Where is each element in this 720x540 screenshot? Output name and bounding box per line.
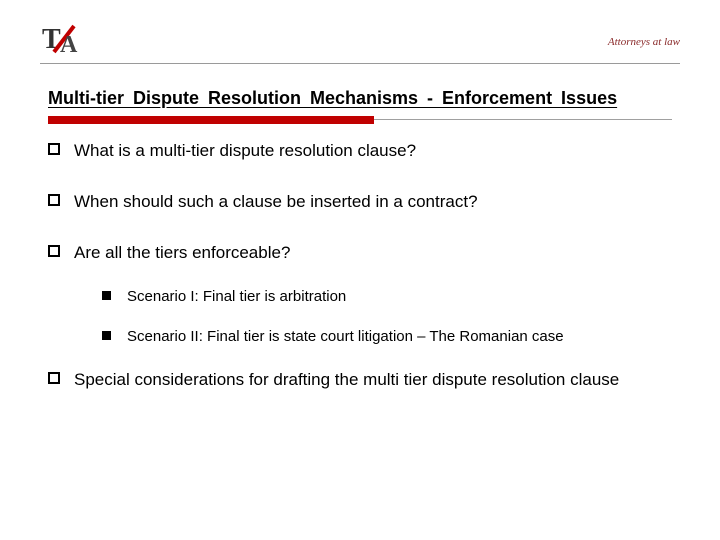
sub-list-item-text: Scenario I: Final tier is arbitration (127, 287, 346, 307)
tagline-text: Attorneys at law (608, 36, 680, 48)
list-item: When should such a clause be inserted in… (48, 191, 672, 214)
sub-list-item: Scenario II: Final tier is state court l… (102, 327, 672, 347)
sub-list: Scenario I: Final tier is arbitration Sc… (102, 287, 672, 348)
title-underline-accent (48, 116, 374, 124)
list-item: Special considerations for drafting the … (48, 369, 672, 392)
bullet-outline-icon (48, 245, 60, 257)
svg-text:A: A (60, 32, 78, 58)
list-item: What is a multi-tier dispute resolution … (48, 140, 672, 163)
bullet-filled-icon (102, 291, 111, 300)
slide: T A Attorneys at law Multi-tier Dispute … (0, 0, 720, 540)
svg-text:T: T (42, 24, 61, 55)
bullet-filled-icon (102, 331, 111, 340)
brand-logo: T A (42, 22, 82, 58)
list-item-text: Special considerations for drafting the … (74, 369, 619, 392)
list-item-text: What is a multi-tier dispute resolution … (74, 140, 416, 163)
sub-list-item: Scenario I: Final tier is arbitration (102, 287, 672, 307)
title-underline (48, 116, 672, 124)
slide-title: Multi-tier Dispute Resolution Mechanisms… (48, 88, 672, 109)
list-item-text: Are all the tiers enforceable? (74, 242, 290, 265)
bullet-outline-icon (48, 194, 60, 206)
bullet-outline-icon (48, 143, 60, 155)
title-underline-tail (374, 119, 672, 120)
header-divider (40, 63, 680, 64)
content-area: What is a multi-tier dispute resolution … (48, 140, 672, 420)
list-item: Are all the tiers enforceable? (48, 242, 672, 265)
list-item-text: When should such a clause be inserted in… (74, 191, 478, 214)
bullet-outline-icon (48, 372, 60, 384)
sub-list-item-text: Scenario II: Final tier is state court l… (127, 327, 564, 347)
